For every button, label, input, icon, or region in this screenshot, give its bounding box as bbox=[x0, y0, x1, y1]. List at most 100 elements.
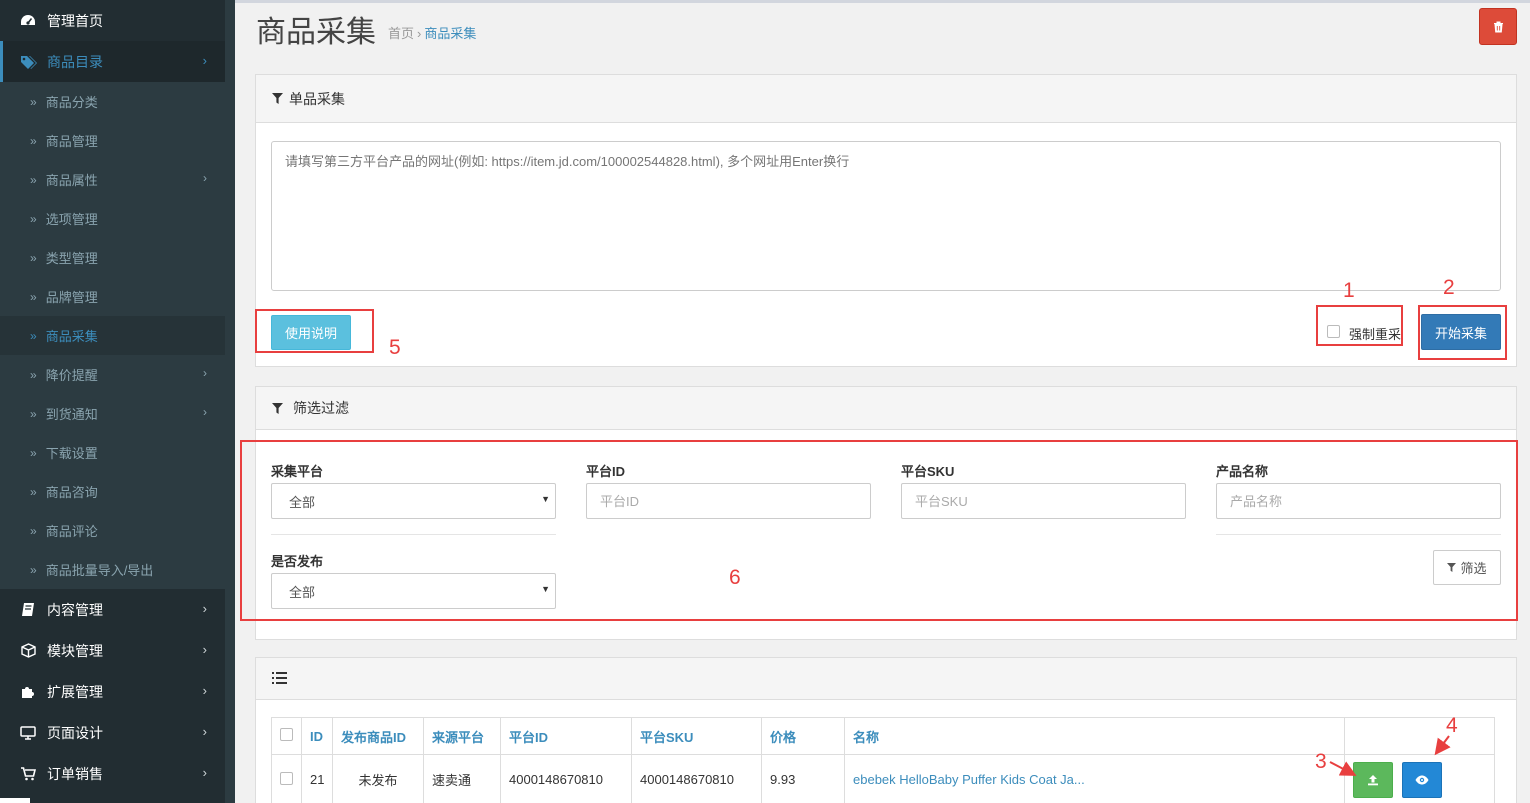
col-id[interactable]: ID bbox=[301, 717, 333, 755]
sidebar-item-dashboard[interactable]: 管理首页 bbox=[0, 0, 225, 41]
sidebar-item-inquiry[interactable]: » 商品咨询 bbox=[0, 472, 225, 511]
sidebar-item-label: 降价提醒 bbox=[45, 368, 98, 383]
sidebar-item-label: 商品采集 bbox=[45, 329, 98, 344]
eye-icon bbox=[1415, 775, 1429, 784]
sidebar-item-label: 商品咨询 bbox=[45, 485, 98, 500]
sidebar-item-brands[interactable]: » 品牌管理 bbox=[0, 277, 225, 316]
angle-double-right-icon: » bbox=[30, 445, 37, 460]
sidebar-item-options[interactable]: » 选项管理 bbox=[0, 199, 225, 238]
sidebar-item-label: 商品管理 bbox=[45, 134, 98, 149]
puzzle-icon bbox=[19, 684, 37, 700]
upload-icon bbox=[1368, 774, 1378, 785]
main-content: 商品采集 首页›商品采集 单品采集 使用说明 强制重采 开始采集 筛选过滤 采集… bbox=[235, 0, 1530, 803]
cell-product-name-link[interactable]: ebebek HelloBaby Puffer Kids Coat Ja... bbox=[844, 754, 1345, 803]
col-source[interactable]: 来源平台 bbox=[423, 717, 501, 755]
sidebar-item-collect[interactable]: » 商品采集 bbox=[0, 316, 225, 355]
sidebar-item-label: 扩展管理 bbox=[47, 683, 103, 700]
chevron-right-icon: › bbox=[202, 642, 207, 657]
sidebar-item-import-export[interactable]: » 商品批量导入/导出 bbox=[0, 550, 225, 589]
sidebar-item-reviews[interactable]: » 商品评论 bbox=[0, 511, 225, 550]
row-checkbox[interactable] bbox=[280, 771, 293, 785]
angle-double-right-icon: » bbox=[30, 367, 37, 382]
sidebar-item-extensions[interactable]: 扩展管理 › bbox=[0, 671, 225, 712]
select-all-cell bbox=[271, 717, 302, 755]
cell-price: 9.93 bbox=[761, 754, 845, 803]
annotation-label: 4 bbox=[1446, 714, 1458, 737]
desktop-icon bbox=[19, 725, 37, 741]
collect-table: ID 发布商品ID 来源平台 平台ID 平台SKU 价格 名称 21 未发布 速… bbox=[271, 717, 1495, 803]
sidebar-item-label: 商品属性 bbox=[45, 173, 98, 188]
sidebar-item-label: 管理首页 bbox=[47, 12, 103, 29]
sidebar-item-label: 商品批量导入/导出 bbox=[45, 563, 154, 578]
sidebar-item-types[interactable]: » 类型管理 bbox=[0, 238, 225, 277]
sidebar-item-orders[interactable]: 订单销售 › bbox=[0, 753, 225, 794]
breadcrumb: 首页 › 商品采集 bbox=[388, 23, 476, 42]
book-icon bbox=[19, 602, 37, 618]
list-header bbox=[256, 658, 1516, 700]
angle-double-right-icon: » bbox=[30, 94, 37, 109]
cell-actions bbox=[1344, 754, 1495, 803]
chevron-right-icon: › bbox=[202, 683, 207, 698]
select-all-checkbox[interactable] bbox=[280, 728, 293, 741]
sidebar-item-catalog[interactable]: 商品目录 › bbox=[0, 41, 225, 82]
angle-double-right-icon: » bbox=[30, 328, 37, 343]
annotation-label: 6 bbox=[729, 566, 741, 589]
angle-double-right-icon: » bbox=[30, 172, 37, 187]
breadcrumb-current[interactable]: 商品采集 bbox=[424, 26, 476, 41]
angle-double-right-icon: » bbox=[30, 250, 37, 265]
cell-published-id: 未发布 bbox=[332, 754, 424, 803]
annotation-box-filter bbox=[240, 440, 1518, 621]
tags-icon bbox=[19, 54, 37, 70]
single-collect-title: 单品采集 bbox=[289, 90, 345, 107]
breadcrumb-home[interactable]: 首页 bbox=[388, 26, 414, 41]
annotation-label: 3 bbox=[1315, 750, 1327, 773]
col-published-id[interactable]: 发布商品ID bbox=[332, 717, 424, 755]
single-collect-header: 单品采集 bbox=[256, 75, 1516, 123]
angle-double-right-icon: » bbox=[30, 406, 37, 421]
cell-platform-id: 4000148670810 bbox=[500, 754, 632, 803]
angle-double-right-icon: » bbox=[30, 523, 37, 538]
annotation-box-force bbox=[1316, 305, 1403, 346]
sidebar-item-page-design[interactable]: 页面设计 › bbox=[0, 712, 225, 753]
angle-double-right-icon: » bbox=[30, 211, 37, 226]
cell-source: 速卖通 bbox=[423, 754, 501, 803]
sidebar-item-products[interactable]: » 商品管理 bbox=[0, 121, 225, 160]
col-platform-sku[interactable]: 平台SKU bbox=[631, 717, 762, 755]
chevron-right-icon: › bbox=[202, 765, 207, 780]
angle-double-right-icon: » bbox=[30, 562, 37, 577]
col-platform-id[interactable]: 平台ID bbox=[500, 717, 632, 755]
sidebar-edge bbox=[225, 0, 235, 803]
sidebar-item-label: 商品分类 bbox=[45, 95, 98, 110]
sidebar-item-content[interactable]: 内容管理 › bbox=[0, 589, 225, 630]
view-button[interactable] bbox=[1401, 761, 1442, 798]
sidebar-item-attributes[interactable]: » 商品属性 › bbox=[0, 160, 225, 199]
breadcrumb-separator-icon: › bbox=[417, 26, 422, 41]
url-textarea[interactable] bbox=[271, 141, 1501, 291]
sidebar-item-label: 到货通知 bbox=[45, 407, 98, 422]
filter-header: 筛选过滤 bbox=[256, 387, 1516, 430]
col-price[interactable]: 价格 bbox=[761, 717, 845, 755]
sidebar-item-stock-notice[interactable]: » 到货通知 › bbox=[0, 394, 225, 433]
chevron-right-icon: › bbox=[202, 53, 207, 68]
sidebar-item-download[interactable]: » 下载设置 bbox=[0, 433, 225, 472]
sidebar-item-label: 页面设计 bbox=[47, 724, 103, 741]
sidebar-item-label: 商品评论 bbox=[45, 524, 98, 539]
publish-button[interactable] bbox=[1353, 761, 1393, 798]
annotation-label: 2 bbox=[1443, 276, 1455, 299]
sidebar-item-label: 选项管理 bbox=[45, 212, 98, 227]
chevron-right-icon: › bbox=[202, 601, 207, 616]
dashboard-icon bbox=[19, 13, 37, 29]
chevron-right-icon: › bbox=[203, 366, 207, 380]
col-name[interactable]: 名称 bbox=[844, 717, 1345, 755]
sidebar-item-category[interactable]: » 商品分类 bbox=[0, 82, 225, 121]
cell-id: 21 bbox=[301, 754, 333, 803]
col-actions bbox=[1344, 717, 1495, 755]
sidebar-item-label: 品牌管理 bbox=[45, 290, 98, 305]
angle-double-right-icon: » bbox=[30, 484, 37, 499]
sidebar-item-modules[interactable]: 模块管理 › bbox=[0, 630, 225, 671]
filter-title: 筛选过滤 bbox=[293, 400, 349, 416]
delete-button[interactable] bbox=[1479, 8, 1517, 45]
sidebar-submenu: » 商品分类 » 商品管理 » 商品属性 › » 选项管理 » 类型管理 » 品牌管理 » 商品… bbox=[0, 82, 225, 589]
header-border bbox=[235, 0, 1530, 3]
sidebar-item-price-alert[interactable]: » 降价提醒 › bbox=[0, 355, 225, 394]
